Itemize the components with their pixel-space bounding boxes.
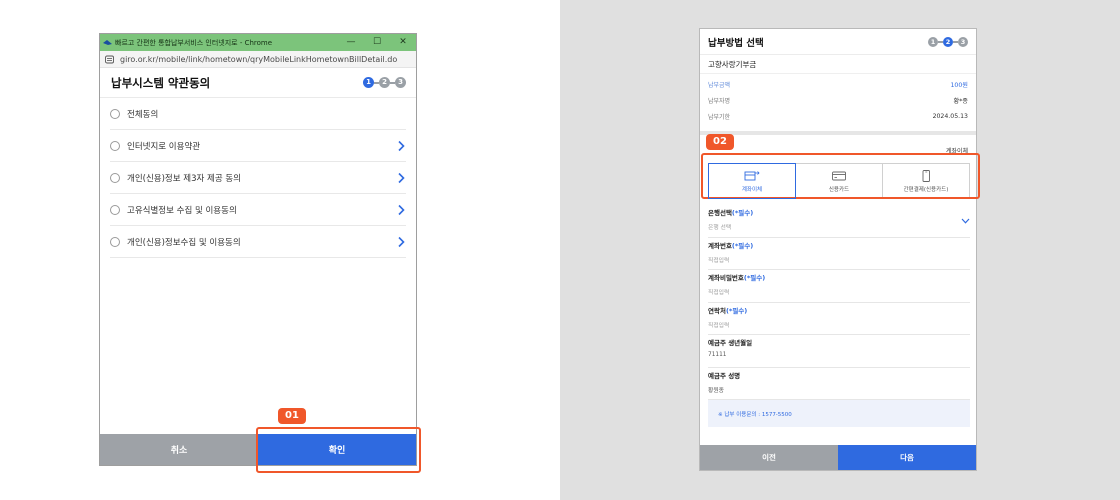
method-label: 계좌이체 (741, 186, 763, 193)
page-header: 납부시스템 약관동의 1 2 3 (100, 68, 416, 98)
agree-item-personal-info[interactable]: 개인(신용)정보수집 및 이용동의 (110, 226, 406, 258)
account-password-field[interactable]: 계좌비밀번호(*필수) 직접입력 (708, 270, 970, 303)
chevron-right-icon[interactable] (396, 236, 406, 248)
agree-radio[interactable] (110, 140, 120, 151)
agree-item-third-party[interactable]: 개인(신용)정보 제3자 제공 동의 (110, 162, 406, 194)
contact-input[interactable]: 직접입력 (708, 320, 970, 329)
info-row-due: 납부기한 2024.05.13 (708, 108, 968, 124)
info-label: 납부기한 (708, 113, 731, 121)
birthdate-field[interactable]: 예금주 생년월일 71111 (708, 335, 970, 368)
holder-name-input[interactable]: 황원종 (708, 385, 970, 394)
agree-radio[interactable] (110, 204, 120, 215)
step-1: 1 (363, 77, 374, 88)
account-number-input[interactable]: 직접입력 (708, 255, 970, 264)
field-label: 은행선택(*필수) (708, 209, 754, 217)
birthdate-input[interactable]: 71111 (708, 352, 970, 358)
info-label: 납부금액 (708, 81, 731, 89)
required-mark: (*필수) (743, 274, 766, 282)
required-mark: (*필수) (725, 306, 748, 315)
section-divider (700, 131, 976, 135)
account-number-field[interactable]: 계좌번호(*필수) 직접입력 (708, 238, 970, 270)
window-titlebar: 빠르고 간편한 통합납부서비스 인터넷지로 - Chrome — ☐ ✕ (100, 34, 416, 51)
minimize-button[interactable]: — (338, 34, 364, 51)
step-indicator: 1 2 3 (363, 77, 406, 88)
info-value: 100원 (950, 81, 968, 89)
step-2: 2 (943, 36, 953, 47)
inquiry-notice: ※ 납부 이용문의 : 1577-5500 (708, 400, 970, 427)
agree-radio[interactable] (110, 172, 120, 183)
bank-transfer-icon (744, 170, 760, 180)
info-label: 납부자명 (708, 97, 731, 105)
cancel-button[interactable]: 취소 (100, 434, 258, 465)
payment-method-panel: 납부방법 선택 1 2 3 고향사랑기부금 납부금액 100원 납부자명 황*종… (699, 28, 977, 471)
agree-item-label: 개인(신용)정보수집 및 이용동의 (127, 237, 241, 248)
bank-select[interactable]: 은행 선택 (708, 222, 970, 231)
highlight-box-confirm (256, 427, 421, 473)
agree-all-row[interactable]: 전체동의 (110, 98, 406, 130)
footer-buttons: 이전 다음 (700, 445, 976, 470)
callout-badge-02: 02 (706, 134, 734, 150)
address-url: giro.or.kr/mobile/link/hometown/qryMobil… (120, 54, 398, 64)
bank-transfer-form: 은행선택(*필수) 은행 선택 계좌번호(*필수) 직접입력 계좌비밀번호(*필… (708, 205, 970, 400)
agree-item-unique-id[interactable]: 고유식별정보 수집 및 이용동의 (110, 194, 406, 226)
page-header: 납부방법 선택 1 2 3 (700, 29, 976, 55)
info-value: 2024.05.13 (932, 112, 968, 120)
window-controls: — ☐ ✕ (338, 34, 416, 51)
agree-radio[interactable] (110, 236, 120, 247)
chevron-right-icon[interactable] (396, 140, 406, 152)
contact-field[interactable]: 연락처(*필수) 직접입력 (708, 303, 970, 335)
chevron-right-icon[interactable] (396, 172, 406, 184)
required-mark: (*필수) (731, 209, 754, 217)
next-button[interactable]: 다음 (838, 445, 976, 470)
step-indicator: 1 2 3 (928, 36, 968, 47)
info-row-amount: 납부금액 100원 (708, 76, 968, 92)
window-title: 빠르고 간편한 통합납부서비스 인터넷지로 - Chrome (115, 38, 273, 47)
agree-item-label: 개인(신용)정보 제3자 제공 동의 (127, 173, 241, 184)
step-2: 2 (379, 77, 390, 88)
callout-badge-01: 01 (278, 408, 306, 424)
step-3: 3 (395, 77, 406, 88)
account-password-input[interactable]: 직접입력 (708, 287, 970, 296)
site-info-icon[interactable] (105, 55, 114, 64)
organization-name: 고향사랑기부금 (700, 55, 976, 74)
maximize-button[interactable]: ☐ (364, 34, 390, 51)
app-logo-icon (103, 40, 112, 45)
page-title: 납부방법 선택 (708, 37, 764, 49)
step-3: 3 (958, 36, 968, 47)
holder-name-field[interactable]: 예금주 성명 황원종 (708, 368, 970, 400)
address-bar[interactable]: giro.or.kr/mobile/link/hometown/qryMobil… (100, 51, 416, 68)
field-label: 계좌비밀번호(*필수) (708, 274, 766, 282)
agree-item-label: 전체동의 (127, 109, 159, 120)
previous-button[interactable]: 이전 (700, 445, 838, 470)
method-bank-transfer[interactable]: 계좌이체 (708, 163, 796, 199)
agree-all-radio[interactable] (110, 108, 120, 119)
info-value: 황*종 (953, 97, 968, 105)
page-title: 납부시스템 약관동의 (111, 75, 211, 90)
agree-item-label: 고유식별정보 수집 및 이용동의 (127, 205, 237, 216)
field-label: 연락처(*필수) (708, 306, 748, 315)
browser-window: 빠르고 간편한 통합납부서비스 인터넷지로 - Chrome — ☐ ✕ gir… (99, 33, 417, 466)
close-button[interactable]: ✕ (390, 34, 416, 51)
agree-item-label: 인터넷지로 이용약관 (127, 141, 201, 152)
required-mark: (*필수) (731, 241, 754, 250)
bank-select-field[interactable]: 은행선택(*필수) 은행 선택 (708, 205, 970, 238)
payment-info: 납부금액 100원 납부자명 황*종 납부기한 2024.05.13 (700, 74, 976, 124)
field-label: 예금주 성명 (708, 371, 741, 380)
field-label: 예금주 생년월일 (708, 339, 753, 347)
info-row-payer: 납부자명 황*종 (708, 92, 968, 108)
step-1: 1 (928, 36, 938, 47)
agreement-list: 전체동의 인터넷지로 이용약관 개인(신용)정보 제3자 제공 동의 고유식별정… (100, 98, 416, 258)
chevron-right-icon[interactable] (396, 204, 406, 216)
field-label: 계좌번호(*필수) (708, 241, 754, 250)
agree-item-terms[interactable]: 인터넷지로 이용약관 (110, 130, 406, 162)
chevron-down-icon[interactable] (961, 218, 970, 224)
